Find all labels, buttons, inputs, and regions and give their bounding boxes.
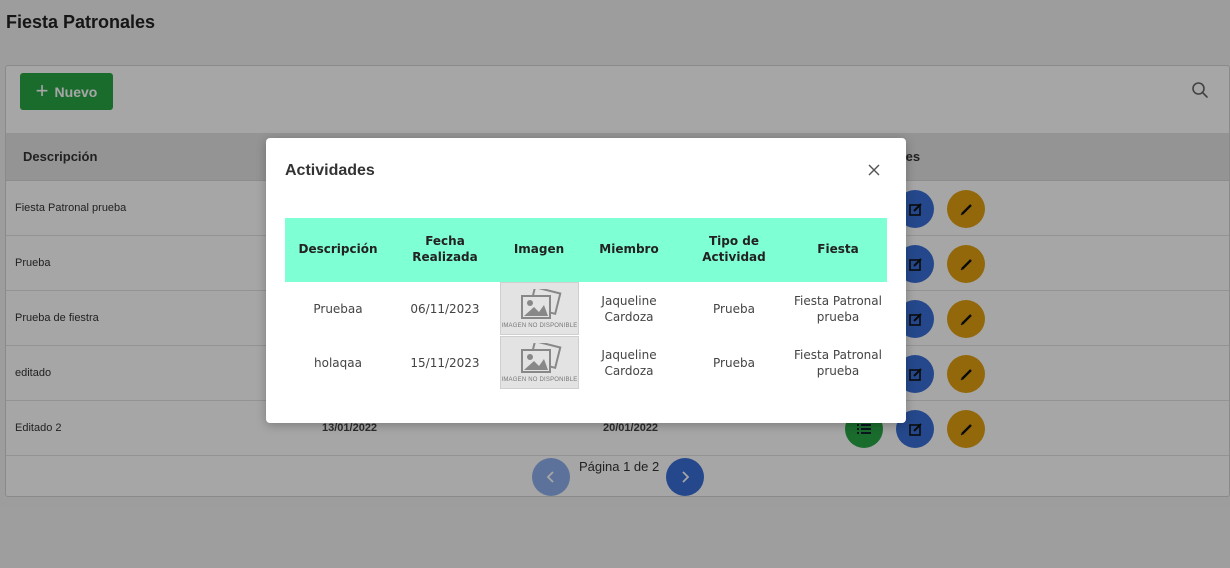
actividades-modal: Actividades Descripción Fecha Realizada … bbox=[266, 138, 906, 423]
cell-fecha: 15/11/2023 bbox=[410, 355, 480, 370]
modal-table-header: Descripción Fecha Realizada Imagen Miemb… bbox=[285, 218, 887, 282]
table-row: holaqaa 15/11/2023 IMAGEN NO DISPONIBLE … bbox=[285, 336, 887, 390]
header-miembro: Miembro bbox=[599, 242, 659, 257]
header-tipo-actividad: Tipo de Actividad bbox=[702, 234, 766, 264]
cell-miembro: Jaqueline Cardoza bbox=[601, 347, 657, 378]
close-icon[interactable] bbox=[866, 162, 882, 178]
cell-fecha: 06/11/2023 bbox=[410, 301, 480, 316]
cell-fiesta: Fiesta Patronal prueba bbox=[794, 293, 882, 324]
header-imagen: Imagen bbox=[513, 242, 565, 257]
header-fecha-realizada: Fecha Realizada bbox=[412, 234, 478, 264]
cell-descripcion: holaqaa bbox=[314, 355, 362, 370]
cell-tipo: Prueba bbox=[713, 301, 755, 316]
cell-miembro: Jaqueline Cardoza bbox=[601, 293, 657, 324]
image-placeholder: IMAGEN NO DISPONIBLE bbox=[500, 282, 579, 335]
image-caption: IMAGEN NO DISPONIBLE bbox=[501, 322, 578, 329]
cell-descripcion: Pruebaa bbox=[313, 301, 363, 316]
cell-fiesta: Fiesta Patronal prueba bbox=[794, 347, 882, 378]
image-caption: IMAGEN NO DISPONIBLE bbox=[501, 376, 578, 383]
image-placeholder: IMAGEN NO DISPONIBLE bbox=[500, 336, 579, 389]
image-unavailable-icon bbox=[520, 288, 561, 319]
header-fiesta: Fiesta bbox=[817, 242, 859, 257]
header-descripcion: Descripción bbox=[298, 242, 378, 257]
cell-tipo: Prueba bbox=[713, 355, 755, 370]
modal-title: Actividades bbox=[285, 162, 375, 179]
table-row: Pruebaa 06/11/2023 IMAGEN NO DISPONIBLE … bbox=[285, 282, 887, 336]
image-unavailable-icon bbox=[520, 342, 561, 373]
